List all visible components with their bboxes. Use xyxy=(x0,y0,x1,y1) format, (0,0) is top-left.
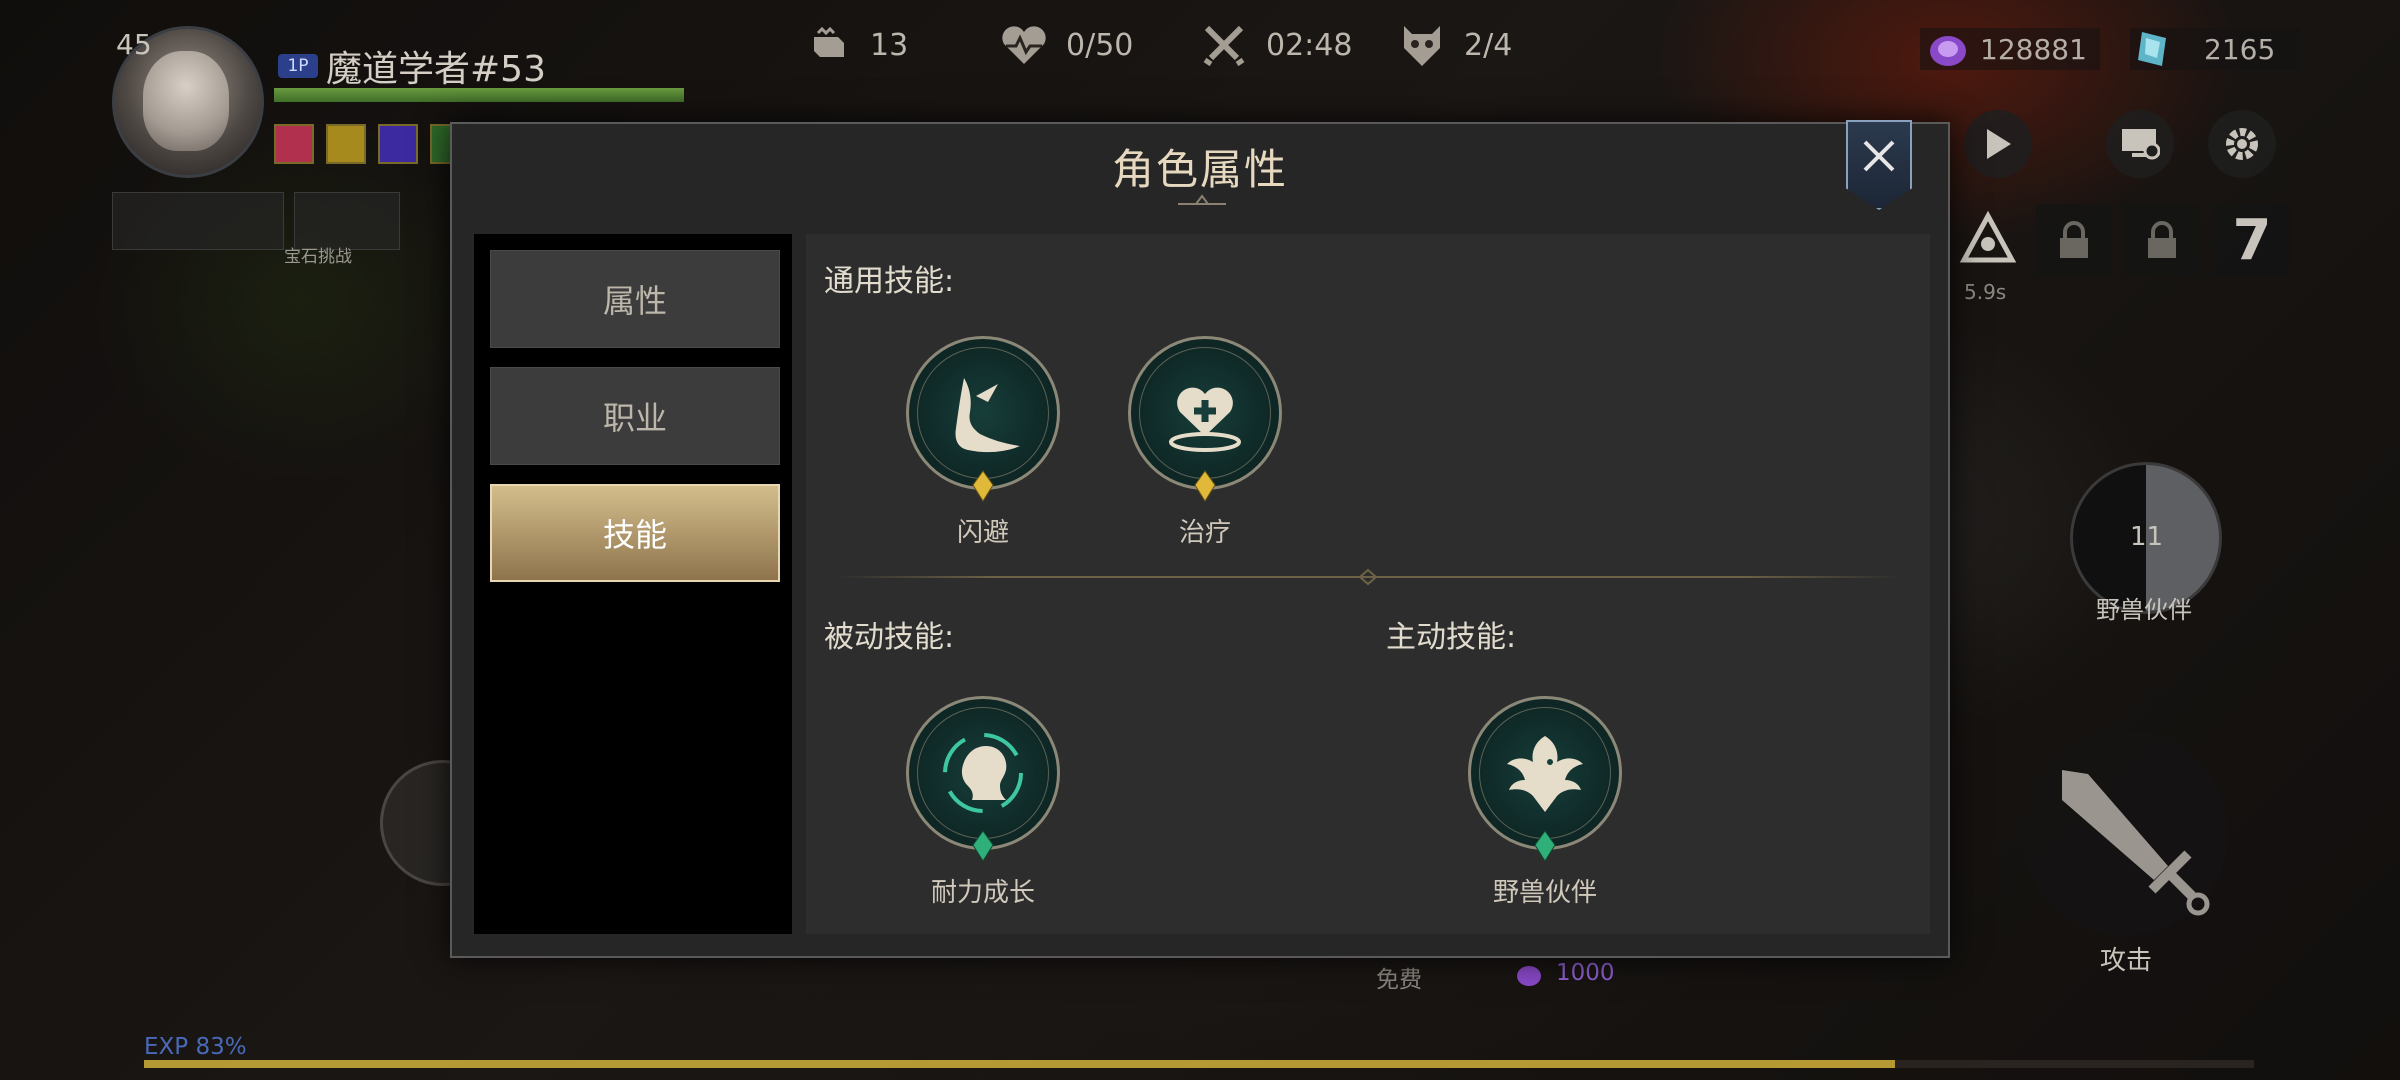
play-button[interactable] xyxy=(1964,110,2032,178)
skill-beast-companion[interactable]: 野兽伙伴 xyxy=(1460,696,1630,908)
hp-fill xyxy=(274,88,684,102)
locked-slot-2[interactable] xyxy=(2124,204,2200,276)
attack-label: 攻击 xyxy=(2100,946,2153,976)
gear-icon xyxy=(2226,128,2258,160)
blue-crystal-value: 2165 xyxy=(2204,32,2276,66)
general-skills-title: 通用技能: xyxy=(824,264,955,299)
purple-gem-currency[interactable]: 128881 xyxy=(1920,28,2100,70)
skill-dodge-name: 闪避 xyxy=(956,518,1009,548)
heal-heart-icon xyxy=(1169,387,1241,452)
tab-attributes[interactable]: 属性 xyxy=(490,250,780,348)
head-aura-icon xyxy=(943,733,1023,813)
eagle-icon xyxy=(1507,736,1583,812)
attack-button[interactable] xyxy=(2022,730,2228,936)
pet-skill-count: 11 xyxy=(2130,522,2164,552)
lock-icon xyxy=(2148,221,2176,258)
buff-heart-icon[interactable] xyxy=(274,124,314,164)
skill-dodge-ring xyxy=(906,336,1060,490)
buff-moon-icon[interactable] xyxy=(378,124,418,164)
cost-value: 1000 xyxy=(1556,960,1615,986)
lock-icon xyxy=(2060,221,2088,258)
purple-gem-value: 128881 xyxy=(1980,32,2087,66)
player-level: 45 xyxy=(116,28,152,61)
skill-endurance-ring xyxy=(906,696,1060,850)
stat-timer-value: 02:48 xyxy=(1266,27,1353,63)
skill-cooldown: 5.9s xyxy=(1964,280,2007,304)
title-ornament-icon xyxy=(1178,194,1226,205)
skill-heal-name: 治疗 xyxy=(1178,518,1231,548)
dodge-foot-icon xyxy=(955,378,1020,453)
avatar-face xyxy=(143,51,229,151)
skill-heal[interactable]: 治疗 xyxy=(1120,336,1290,548)
active-skills-title: 主动技能: xyxy=(1386,620,1517,655)
skill-dodge[interactable]: 闪避 xyxy=(898,336,1068,548)
skill-endurance[interactable]: 耐力成长 xyxy=(898,696,1068,908)
rune-triangle-icon xyxy=(1959,210,2017,263)
fist-icon xyxy=(804,22,852,68)
tab-skills[interactable]: 技能 xyxy=(490,484,780,582)
stat-heartbeat-value: 0/50 xyxy=(1066,27,1134,63)
tab-class[interactable]: 职业 xyxy=(490,367,780,465)
skill-endurance-name: 耐力成长 xyxy=(930,878,1035,908)
player-badge: 1P xyxy=(278,54,318,78)
heart-rate-icon xyxy=(1000,22,1048,68)
character-attributes-dialog: 角色属性 属性 职业 技能 通用技能: 闪避 治疗 被动技能: 主动技能: 耐力… xyxy=(450,120,1950,958)
skill-beast-companion-name: 野兽伙伴 xyxy=(1492,878,1597,908)
stat-bosses: 2/4 xyxy=(1398,20,1512,70)
crossed-swords-icon xyxy=(1200,22,1248,68)
green-gem-icon xyxy=(972,830,994,862)
skills-panel: 通用技能: 闪避 治疗 被动技能: 主动技能: 耐力成长 野兽伙伴 xyxy=(806,234,1930,934)
purple-gem-icon xyxy=(1517,966,1541,986)
pet-skill-label: 野兽伙伴 xyxy=(2096,596,2192,624)
buff-paw-icon[interactable] xyxy=(326,124,366,164)
team-slot[interactable] xyxy=(112,192,284,250)
skill-beast-companion-ring xyxy=(1468,696,1622,850)
free-label: 免费 xyxy=(1376,967,1422,993)
stat-kills-value: 13 xyxy=(870,27,909,63)
gem-challenge-label: 宝石挑战 xyxy=(284,247,352,267)
hp-bar xyxy=(274,88,684,102)
stat-bosses-value: 2/4 xyxy=(1464,27,1513,63)
purple-gem-icon xyxy=(1930,36,1966,66)
skill-slot-rune[interactable] xyxy=(1950,204,2026,276)
green-gem-icon xyxy=(1534,830,1556,862)
skill-heal-ring xyxy=(1128,336,1282,490)
monitor-gear-icon xyxy=(2122,129,2160,160)
play-icon xyxy=(1987,129,2011,159)
exp-fill xyxy=(144,1060,1896,1068)
player-name: 魔道学者#53 xyxy=(326,49,546,90)
settings-button[interactable] xyxy=(2208,110,2276,178)
divider-ornament-icon xyxy=(1358,568,1378,586)
gold-gem-icon xyxy=(972,470,994,502)
skull-mask-icon xyxy=(1398,22,1446,68)
sword-icon xyxy=(2062,770,2210,916)
stat-heartbeat: 0/50 xyxy=(1000,20,1133,70)
gold-gem-icon xyxy=(1194,470,1216,502)
display-settings-button[interactable] xyxy=(2106,110,2174,178)
close-icon xyxy=(1863,140,1895,172)
stat-timer: 02:48 xyxy=(1200,20,1352,70)
tab-list: 属性 职业 技能 xyxy=(474,234,792,934)
slot-number[interactable]: 7 xyxy=(2214,204,2290,276)
dialog-title: 角色属性 xyxy=(1111,145,1288,194)
locked-slot-1[interactable] xyxy=(2036,204,2112,276)
stat-kills: 13 xyxy=(804,20,908,70)
exp-label: EXP 83% xyxy=(144,1034,247,1060)
blue-crystal-currency[interactable]: 2165 xyxy=(2130,28,2300,70)
exp-bar xyxy=(144,1060,2254,1068)
passive-skills-title: 被动技能: xyxy=(824,620,955,655)
blue-crystal-icon xyxy=(2138,32,2166,66)
